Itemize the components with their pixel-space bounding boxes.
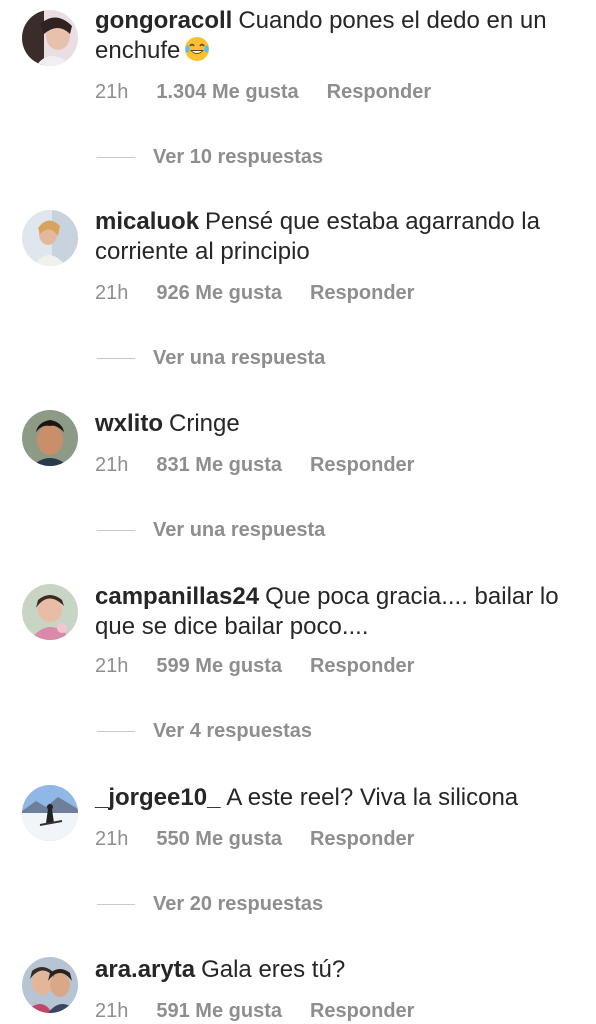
face-with-tears-of-joy-icon	[184, 36, 210, 62]
reply-button[interactable]: Responder	[310, 999, 414, 1023]
likes-count[interactable]: 1.304 Me gusta	[156, 80, 298, 104]
comment-meta: 21h 831 Me gusta Responder	[95, 453, 414, 477]
comment-username[interactable]: ara.aryta	[95, 956, 195, 983]
comment-meta: 21h 591 Me gusta Responder	[95, 999, 414, 1023]
divider-line	[97, 903, 135, 905]
reply-button[interactable]: Responder	[327, 80, 431, 104]
view-replies-label: Ver una respuesta	[153, 346, 326, 369]
view-replies-button[interactable]: Ver una respuesta	[97, 345, 325, 371]
comment-text: wxlito Cringe	[95, 409, 575, 439]
comment-meta: 21h 550 Me gusta Responder	[95, 827, 414, 851]
avatar[interactable]	[22, 584, 78, 640]
comment-meta: 21h 926 Me gusta Responder	[95, 281, 414, 305]
comment-username[interactable]: micaluok	[95, 208, 199, 235]
avatar[interactable]	[22, 410, 78, 466]
reply-button[interactable]: Responder	[310, 654, 414, 678]
comment-time: 21h	[95, 81, 129, 103]
comment-body: Cringe	[169, 410, 240, 437]
comment-username[interactable]: wxlito	[95, 410, 163, 437]
likes-count[interactable]: 591 Me gusta	[156, 999, 282, 1023]
comment-meta: 21h 1.304 Me gusta Responder	[95, 80, 431, 104]
view-replies-label: Ver 20 respuestas	[153, 892, 324, 915]
comment-username[interactable]: gongoracoll	[95, 7, 232, 34]
avatar[interactable]	[22, 785, 78, 841]
divider-line	[97, 156, 135, 158]
reply-button[interactable]: Responder	[310, 453, 414, 477]
reply-button[interactable]: Responder	[310, 827, 414, 851]
comment-body: Gala eres tú?	[201, 956, 346, 983]
view-replies-label: Ver 4 respuestas	[153, 719, 312, 742]
divider-line	[97, 357, 135, 359]
divider-line	[97, 529, 135, 531]
avatar[interactable]	[22, 10, 78, 66]
comment-time: 21h	[95, 1000, 129, 1022]
view-replies-button[interactable]: Ver 20 respuestas	[97, 891, 323, 917]
likes-count[interactable]: 550 Me gusta	[156, 827, 282, 851]
view-replies-label: Ver 10 respuestas	[153, 145, 324, 168]
view-replies-label: Ver una respuesta	[153, 518, 326, 541]
divider-line	[97, 730, 135, 732]
comment-username[interactable]: _jorgee10_	[95, 784, 220, 811]
comment-text: ara.aryta Gala eres tú?	[95, 955, 575, 985]
reply-button[interactable]: Responder	[310, 281, 414, 305]
view-replies-button[interactable]: Ver 4 respuestas	[97, 718, 312, 744]
likes-count[interactable]: 599 Me gusta	[156, 654, 282, 678]
likes-count[interactable]: 831 Me gusta	[156, 453, 282, 477]
comment-time: 21h	[95, 282, 129, 304]
comment-username[interactable]: campanillas24	[95, 583, 259, 610]
comment-time: 21h	[95, 655, 129, 677]
comment-time: 21h	[95, 454, 129, 476]
comment-text: _jorgee10_ A este reel? Viva la silicona	[95, 783, 575, 813]
comment-text: micaluok Pensé que estaba agarrando la co…	[95, 207, 575, 267]
likes-count[interactable]: 926 Me gusta	[156, 281, 282, 305]
view-replies-button[interactable]: Ver una respuesta	[97, 517, 325, 543]
comment-body: A este reel? Viva la silicona	[226, 784, 519, 811]
view-replies-button[interactable]: Ver 10 respuestas	[97, 144, 323, 170]
avatar[interactable]	[22, 957, 78, 1013]
avatar[interactable]	[22, 210, 78, 266]
comment-meta: 21h 599 Me gusta Responder	[95, 654, 414, 678]
comment-text: gongoracoll Cuando pones el dedo en un en…	[95, 6, 575, 66]
comment-time: 21h	[95, 828, 129, 850]
comment-text: campanillas24 Que poca gracia.... bailar …	[95, 582, 575, 642]
